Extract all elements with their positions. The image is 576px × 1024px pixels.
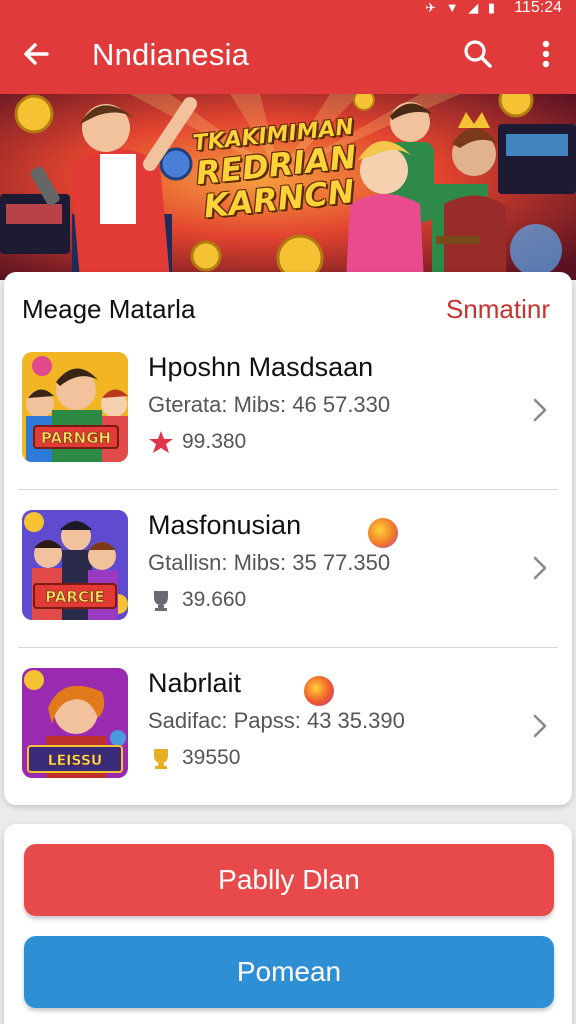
action-panel: Pablly Dlan Pomean — [4, 824, 572, 1024]
game-list-card: Meage Matarla Snmatinr PARNGH Hposhn Mas… — [4, 272, 572, 805]
thumb-label: LEISSU — [48, 753, 103, 769]
list-item[interactable]: PARCIE Masfonusian Gtallisn: Mibs: 35 77… — [4, 490, 572, 648]
game-stat: 39.660 — [148, 586, 246, 614]
chevron-right-icon[interactable] — [528, 390, 552, 430]
search-button[interactable] — [458, 34, 498, 74]
stat-value: 99.380 — [182, 430, 247, 453]
game-title: Nabrlait — [148, 668, 242, 698]
game-title: Hposhn Masdsaan — [148, 352, 374, 382]
chevron-right-icon[interactable] — [528, 706, 552, 746]
thumb-label: PARNGH — [41, 429, 111, 447]
trophy-icon — [148, 745, 174, 771]
page-title: Nndianesia — [92, 37, 250, 72]
star-icon — [148, 429, 174, 455]
secondary-button[interactable]: Pomean — [24, 936, 554, 1008]
more-options-button[interactable] — [526, 34, 566, 74]
primary-button[interactable]: Pablly Dlan — [24, 844, 554, 916]
trophy-icon — [148, 587, 174, 613]
game-stat: 39550 — [148, 744, 240, 772]
game-meta: Sadifac: Papss: 43 35.390 — [148, 708, 405, 733]
thumb-label: PARCIE — [45, 588, 105, 606]
more-vert-icon — [542, 40, 550, 68]
back-button[interactable] — [16, 34, 56, 74]
stat-value: 39550 — [182, 746, 241, 769]
stat-value: 39.660 — [182, 588, 247, 611]
status-icons: ✈ ▼ ◢ ▮ — [425, 0, 498, 15]
game-title: Masfonusian — [148, 510, 302, 540]
game-thumbnail: LEISSU — [22, 668, 128, 778]
banner-headline: TKAKIMIMAN REDRIAN KARNCN — [192, 115, 361, 226]
search-icon — [464, 40, 492, 68]
list-item[interactable]: LEISSU Nabrlait Sadifac: Papss: 43 35.39… — [4, 648, 572, 805]
game-meta: Gterata: Mibs: 46 57.330 — [148, 392, 391, 417]
back-arrow-icon — [24, 43, 49, 65]
game-thumbnail: PARCIE — [22, 510, 128, 620]
status-time: 115:24 — [514, 0, 562, 16]
status-bar: ✈ ▼ ◢ ▮ 115:24 — [0, 0, 576, 18]
promo-banner[interactable]: TKAKIMIMAN REDRIAN KARNCN — [0, 94, 576, 280]
list-item[interactable]: PARNGH Hposhn Masdsaan Gterata: Mibs: 46… — [4, 332, 572, 490]
app-bar: Nndianesia — [0, 18, 576, 94]
badge-icon — [304, 676, 334, 706]
game-stat: 99.380 — [148, 428, 246, 456]
badge-icon — [368, 518, 398, 548]
section-action-link[interactable]: Snmatinr — [446, 294, 550, 325]
section-title: Meage Matarla — [22, 294, 196, 324]
game-thumbnail: PARNGH — [22, 352, 128, 462]
chevron-right-icon[interactable] — [528, 548, 552, 588]
game-meta: Gtallisn: Mibs: 35 77.350 — [148, 550, 391, 575]
